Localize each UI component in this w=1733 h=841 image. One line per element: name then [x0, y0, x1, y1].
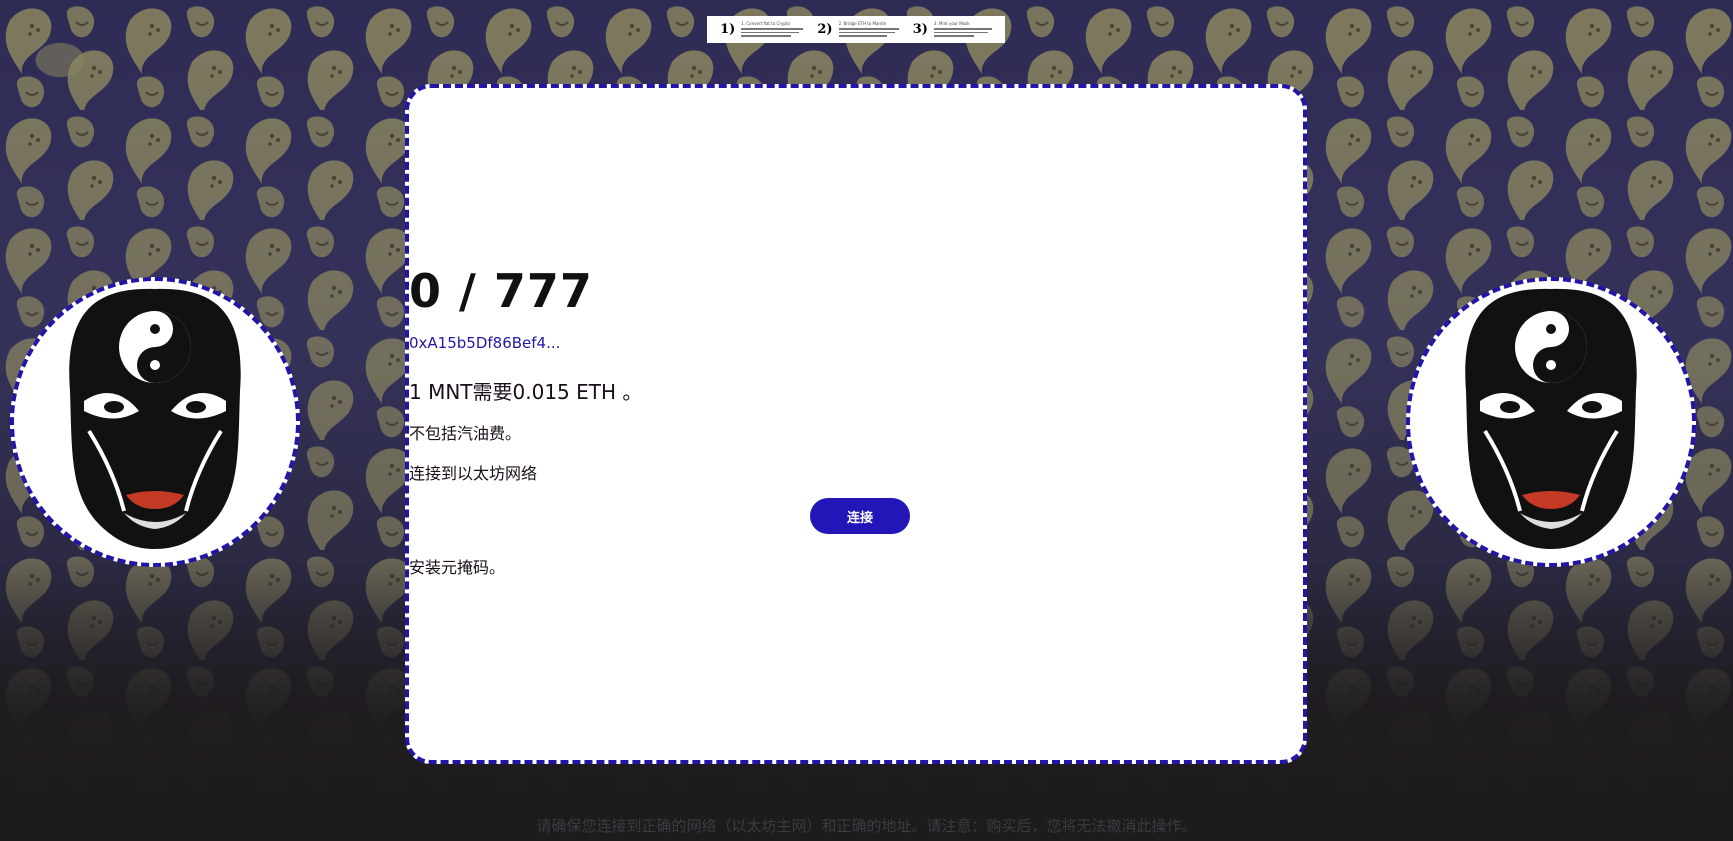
step-3-number: 3): [912, 22, 928, 37]
right-mask-image: [1406, 277, 1696, 567]
mint-card: 0 / 777 0xA15b5Df86Bef4... 1 MNT需要0.015 …: [405, 84, 1307, 764]
steps-banner: 1) 1. Convert fiat to Crypto 2) 2. Bridg…: [707, 16, 1005, 43]
left-mask-image: [10, 277, 300, 567]
step-3: 3) 3. Mint your Mask: [913, 22, 992, 37]
footer-disclaimer: 请确保您连接到正确的网络（以太坊主网）和正确的地址。请注意：购买后，您将无法撤消…: [536, 817, 1197, 835]
step-2: 2) 2. Bridge ETH to Mantle: [817, 21, 899, 37]
price-text: 1 MNT需要0.015 ETH 。: [409, 380, 643, 404]
step-1: 1) 1. Convert fiat to Crypto: [720, 21, 804, 37]
step-2-number: 2): [817, 22, 833, 37]
contract-address-link[interactable]: 0xA15b5Df86Bef4...: [409, 334, 1303, 352]
mint-count: 0 / 777: [409, 264, 593, 318]
step-3-title: 3. Mint your Mask: [933, 21, 970, 27]
step-1-number: 1): [720, 22, 736, 37]
network-prompt: 连接到以太坊网络: [409, 464, 538, 483]
install-metamask-note: 安装元掩码。: [409, 558, 506, 577]
connect-button[interactable]: 连接: [810, 498, 910, 534]
step-2-title: 2. Bridge ETH to Mantle: [838, 21, 887, 27]
step-1-title: 1. Convert fiat to Crypto: [741, 21, 790, 27]
opera-mask-icon: [69, 288, 241, 549]
gas-note: 不包括汽油费。: [409, 424, 522, 443]
opera-mask-icon: [1465, 288, 1637, 549]
